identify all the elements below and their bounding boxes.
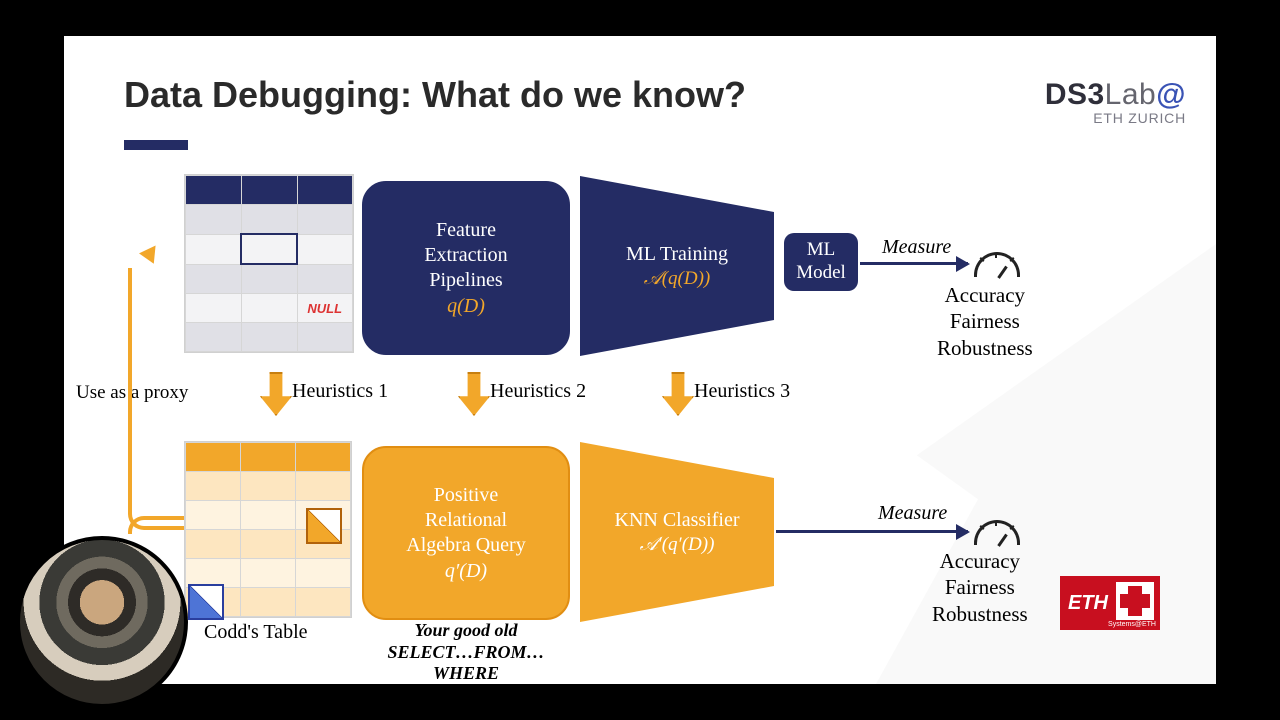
missing-cell-icon [241, 234, 297, 264]
dial-icon-top [974, 252, 1020, 277]
pra-box: Positive Relational Algebra Query q′(D) [362, 446, 570, 620]
ml-model-box: MLModel [784, 233, 858, 291]
proxy-arrow-bottom [128, 516, 184, 534]
logo-at: @ [1156, 78, 1186, 111]
data-table-dark: NULL [184, 174, 354, 353]
knn-funnel: KNN Classifier 𝒜′(q′(D)) [580, 442, 774, 622]
training-formula: 𝒜(q(D)) [644, 268, 711, 290]
heuristic-arrow-2 [458, 372, 490, 416]
codd-caption: Codd's Table [204, 621, 308, 644]
measure-arrow-top [860, 262, 968, 265]
heuristic-label-2: Heuristics 2 [490, 380, 586, 403]
speaker-webcam [16, 536, 188, 708]
sql-caption: Your good old SELECT…FROM… WHERE [380, 620, 552, 685]
logo-sub: ETH ZURICH [1045, 110, 1186, 126]
null-cell: NULL [297, 294, 353, 323]
knn-formula: 𝒜′(q′(D)) [640, 534, 715, 556]
diag-cell-orange [306, 508, 342, 544]
heuristic-label-1: Heuristics 1 [292, 380, 388, 403]
ml-training-funnel: ML Training 𝒜(q(D)) [580, 176, 774, 356]
heuristic-label-3: Heuristics 3 [694, 380, 790, 403]
diag-cell-blue [188, 584, 224, 620]
decor-polygon [876, 244, 1216, 684]
fe-formula: q(D) [447, 295, 485, 318]
proxy-arrow [128, 268, 184, 530]
measure-label-bottom: Measure [878, 502, 947, 525]
plus-icon [1116, 582, 1154, 620]
measure-arrow-bottom [776, 530, 968, 533]
measure-label-top: Measure [882, 236, 951, 259]
heuristic-arrow-1 [260, 372, 292, 416]
pra-formula: q′(D) [445, 560, 487, 583]
title-underline [124, 140, 188, 150]
metrics-top: Accuracy Fairness Robustness [937, 282, 1033, 361]
eth-sub: Systems@ETH [1108, 621, 1156, 628]
eth-badge: ETH Systems@ETH [1060, 576, 1160, 630]
metrics-bottom: Accuracy Fairness Robustness [932, 548, 1028, 627]
logo-lab: Lab [1105, 78, 1157, 111]
ds3lab-logo: DS3Lab@ ETH ZURICH [1045, 78, 1186, 126]
logo-ds3: DS3 [1045, 78, 1105, 111]
slide: Data Debugging: What do we know? DS3Lab@… [64, 36, 1216, 684]
heuristic-arrow-3 [662, 372, 694, 416]
feature-extraction-box: Feature Extraction Pipelines q(D) [362, 181, 570, 355]
slide-title: Data Debugging: What do we know? [124, 74, 746, 116]
proxy-arrowhead [139, 240, 163, 263]
